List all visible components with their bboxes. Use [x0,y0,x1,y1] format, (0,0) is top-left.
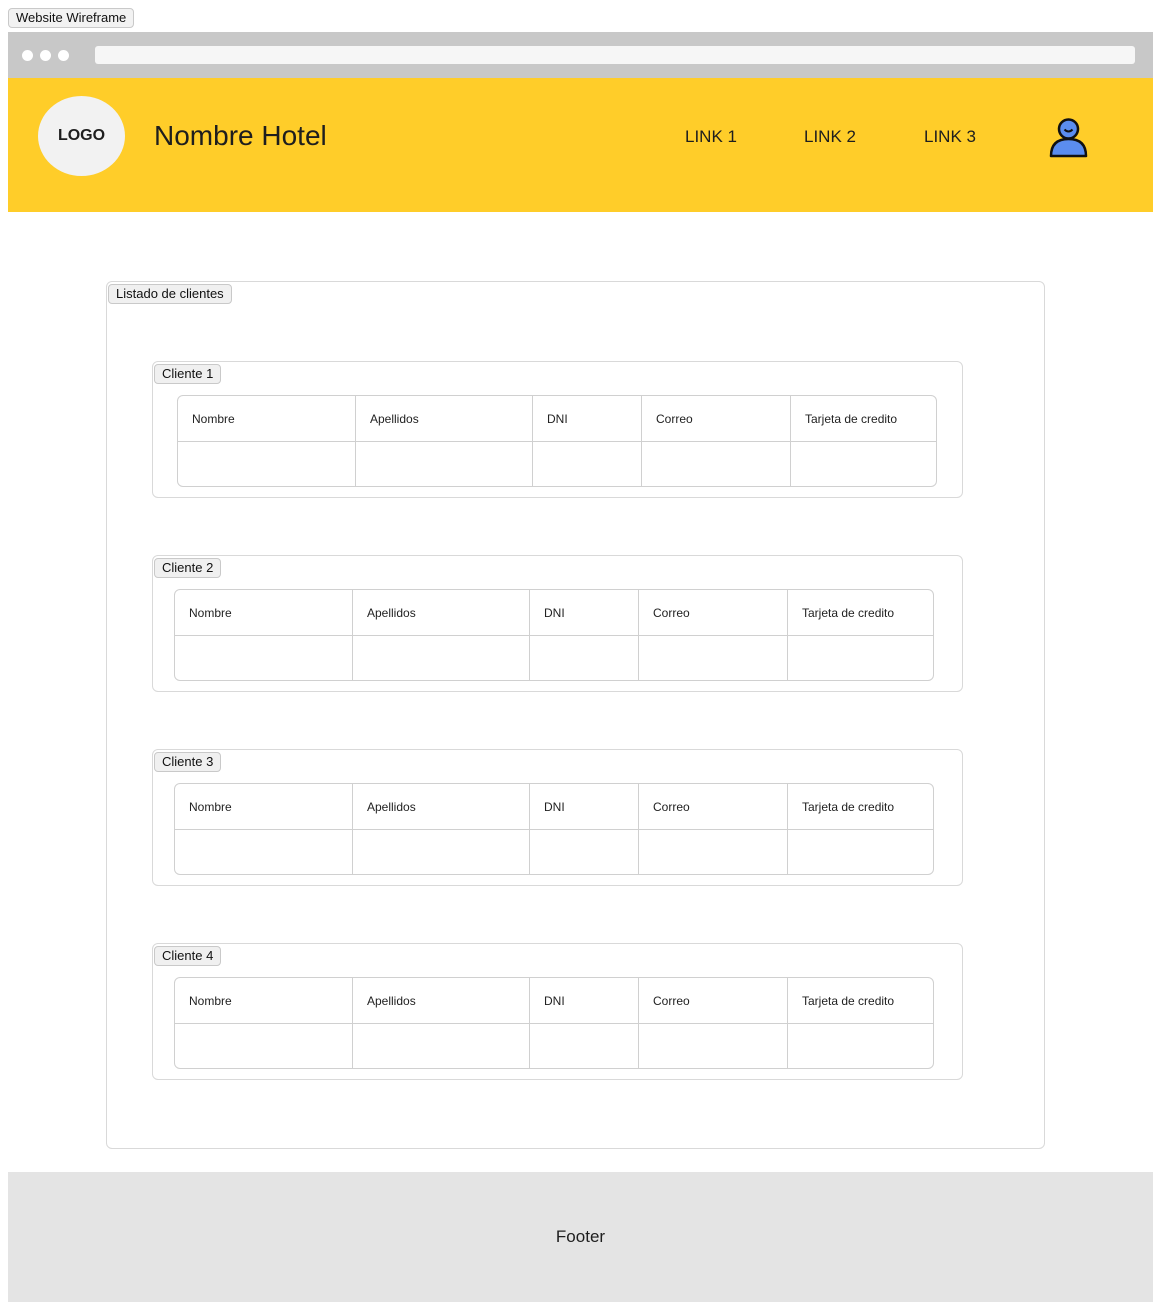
column-header: Correo [641,396,790,441]
table-cell[interactable] [529,830,638,874]
column-header: Apellidos [352,978,529,1023]
table-cell[interactable] [352,1024,529,1068]
nav-link-3[interactable]: LINK 3 [924,127,976,147]
table-cell[interactable] [787,1024,933,1068]
logo[interactable]: LOGO [38,96,125,176]
column-header: Apellidos [352,784,529,829]
table-cell[interactable] [355,442,532,486]
column-header: Nombre [189,993,232,1008]
client-label: Cliente 3 [154,752,222,772]
column-header: DNI [532,396,641,441]
table-cell[interactable] [790,442,936,486]
table-row [175,1023,933,1068]
column-header: Correo [638,590,787,635]
column-header: DNI [529,784,638,829]
client-table: Nombre Apellidos DNI Correo Tarjeta de c… [174,783,934,875]
nav-link-1[interactable]: LINK 1 [685,127,737,147]
column-header: Tarjeta de credito [787,784,933,829]
table-cell[interactable] [529,636,638,680]
table-cell[interactable] [175,830,352,874]
window-dot-icon [58,50,69,61]
table-cell[interactable] [352,636,529,680]
column-header: DNI [529,590,638,635]
column-header: Tarjeta de credito [787,590,933,635]
client-table: Nombre Apellidos DNI Correo Tarjeta de c… [174,589,934,681]
column-header: Correo [638,978,787,1023]
table-cell[interactable] [532,442,641,486]
table-cell[interactable] [638,636,787,680]
table-row [175,829,933,874]
column-header: Correo [638,784,787,829]
client-list-panel: Listado de clientes Cliente 1 Nombre Ape… [106,281,1045,1149]
table-cell[interactable] [352,830,529,874]
table-header-row: Nombre Apellidos DNI Correo Tarjeta de c… [175,590,933,635]
hotel-name: Nombre Hotel [154,120,327,151]
table-cell[interactable] [638,830,787,874]
nav-link-2[interactable]: LINK 2 [804,127,856,147]
column-header: Nombre [189,799,232,814]
window-dot-icon [40,50,51,61]
column-header: DNI [529,978,638,1023]
client-label: Cliente 4 [154,946,222,966]
table-cell[interactable] [787,830,933,874]
client-card: Cliente 4 Nombre Apellidos DNI Correo Ta… [152,943,963,1080]
table-cell[interactable] [641,442,790,486]
table-row [175,635,933,680]
table-header-row: Nombre Apellidos DNI Correo Tarjeta de c… [175,784,933,829]
client-table: Nombre Apellidos DNI Correo Tarjeta de c… [174,977,934,1069]
column-header: Apellidos [355,396,532,441]
column-header: Nombre [192,411,235,426]
table-cell[interactable] [638,1024,787,1068]
client-card: Cliente 3 Nombre Apellidos DNI Correo Ta… [152,749,963,886]
frame-label: Website Wireframe [8,8,135,28]
client-card: Cliente 1 Nombre Apellidos DNI Correo Ta… [152,361,963,498]
site-footer: Footer [8,1172,1153,1302]
client-table: Nombre Apellidos DNI Correo Tarjeta de c… [177,395,937,487]
table-row [178,441,936,486]
column-header: Tarjeta de credito [787,978,933,1023]
browser-bar [8,32,1153,78]
section-title: Listado de clientes [108,284,232,304]
table-cell[interactable] [529,1024,638,1068]
table-header-row: Nombre Apellidos DNI Correo Tarjeta de c… [178,396,936,441]
address-bar[interactable] [95,46,1135,64]
table-cell[interactable] [175,1024,352,1068]
column-header: Tarjeta de credito [790,396,936,441]
table-cell[interactable] [178,442,355,486]
table-cell[interactable] [175,636,352,680]
table-cell[interactable] [787,636,933,680]
window-dot-icon [22,50,33,61]
client-card: Cliente 2 Nombre Apellidos DNI Correo Ta… [152,555,963,692]
user-icon[interactable] [1046,116,1091,160]
table-header-row: Nombre Apellidos DNI Correo Tarjeta de c… [175,978,933,1023]
column-header: Nombre [189,605,232,620]
column-header: Apellidos [352,590,529,635]
footer-text: Footer [555,1227,606,1246]
client-label: Cliente 2 [154,558,222,578]
site-header: LOGO Nombre Hotel LINK 1 LINK 2 LINK 3 [8,78,1153,212]
client-label: Cliente 1 [154,364,222,384]
